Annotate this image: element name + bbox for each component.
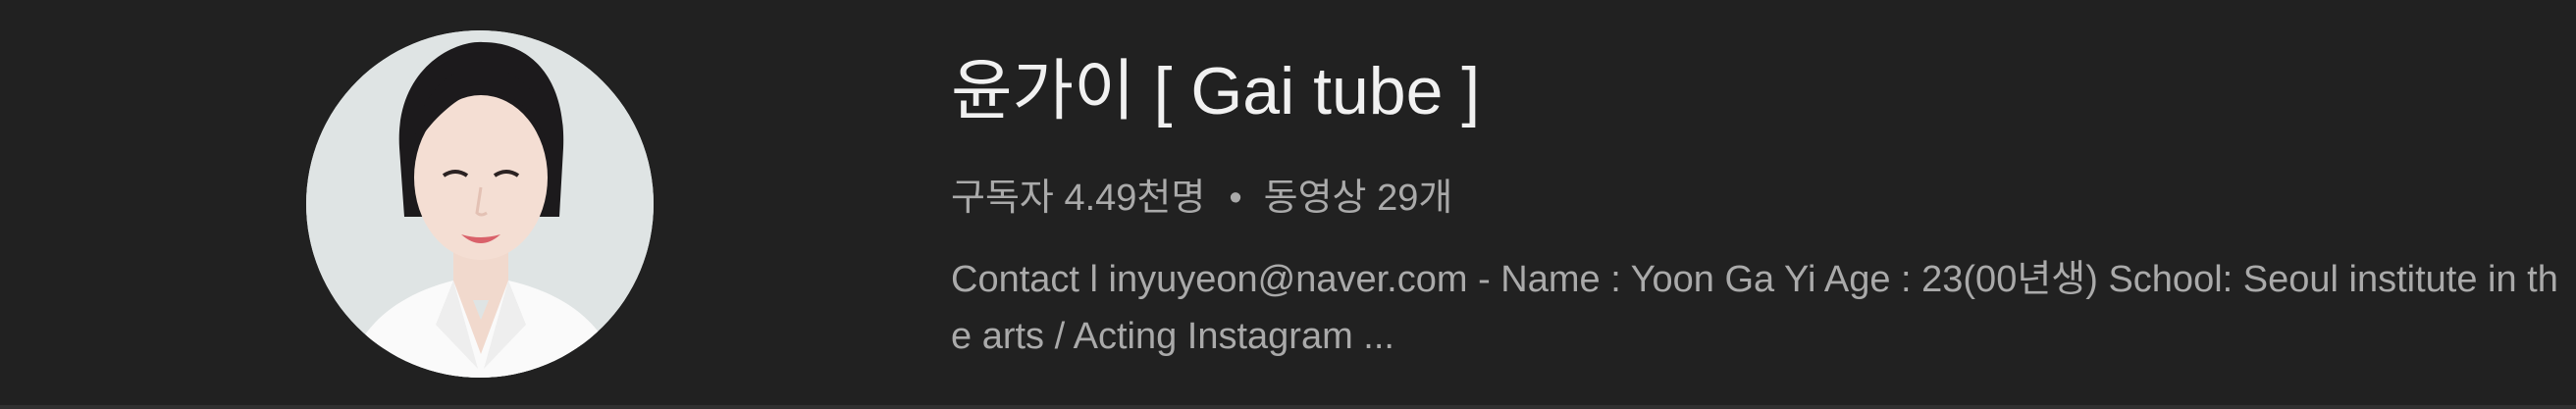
channel-header: 윤가이 [ Gai tube ] 구독자 4.49천명 • 동영상 29개 Cont… [0,0,2576,409]
video-count: 동영상 29개 [1263,178,1453,219]
channel-meta: 구독자 4.49천명 • 동영상 29개 [951,171,1452,226]
header-divider [0,405,2576,409]
avatar-portrait-image [306,30,654,378]
channel-description[interactable]: Contact l inyuyeon@naver.com - Name : Yo… [951,251,2570,365]
channel-title[interactable]: 윤가이 [ Gai tube ] [951,47,1480,135]
channel-avatar[interactable] [306,30,654,378]
meta-separator: • [1229,178,1242,219]
subscriber-count: 구독자 4.49천명 [951,178,1206,219]
